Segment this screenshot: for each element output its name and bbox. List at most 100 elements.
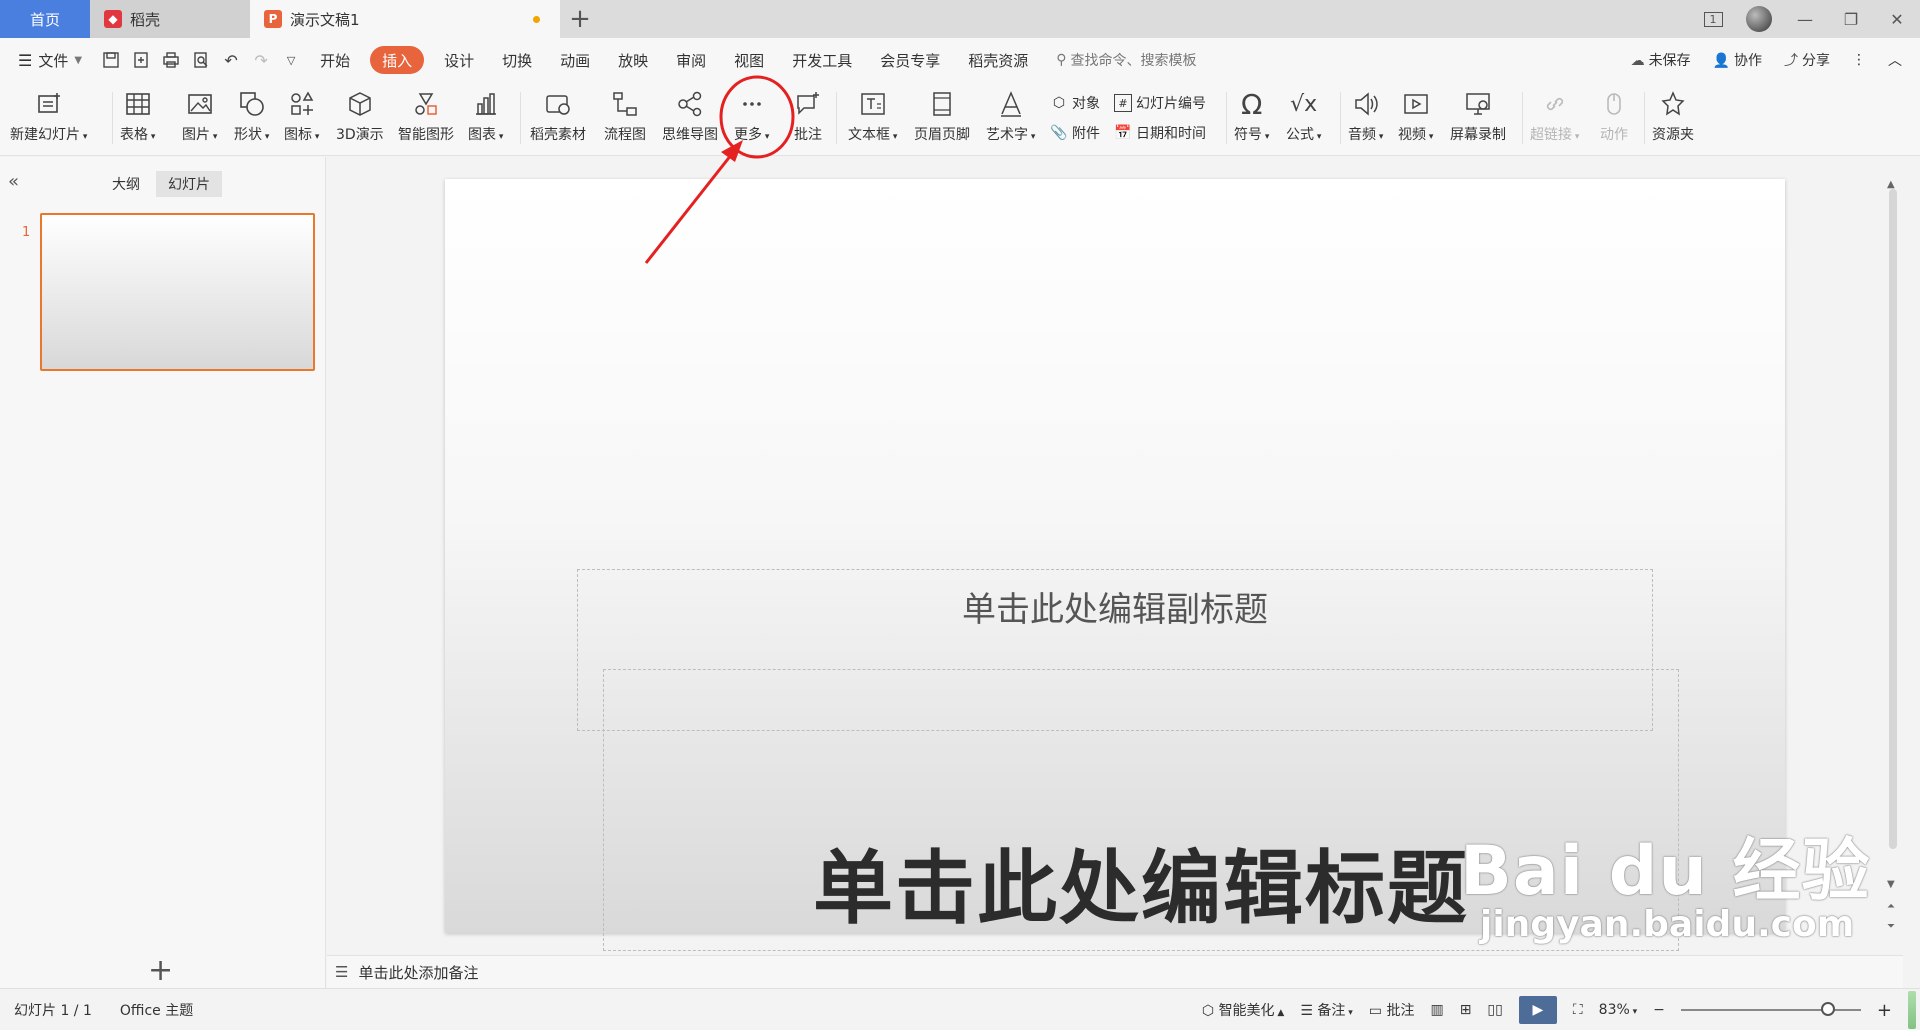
slide-thumbnail[interactable] xyxy=(40,213,315,371)
tab-home[interactable]: 首页 xyxy=(0,0,90,38)
new-slide-label: 新建幻灯片 xyxy=(10,127,80,143)
next-slide-icon[interactable]: ⏷ xyxy=(1887,921,1895,932)
zoom-out-button[interactable]: − xyxy=(1653,1002,1665,1018)
menu-developer[interactable]: 开发工具 xyxy=(778,46,866,74)
command-search[interactable]: ⚲ 查找命令、搜索模板 xyxy=(1056,50,1196,70)
date-time-button[interactable]: 📅 日期和时间 xyxy=(1114,118,1206,148)
menu-view[interactable]: 视图 xyxy=(720,46,778,74)
collab-button[interactable]: 👤 协作 xyxy=(1713,50,1762,70)
menu-slideshow[interactable]: 放映 xyxy=(604,46,662,74)
picture-button[interactable]: 图片 ▾ xyxy=(182,86,217,152)
prev-slide-icon[interactable]: ⏶ xyxy=(1887,901,1895,912)
vertical-scrollbar[interactable]: ▲ ▼ ⏶ ⏷ xyxy=(1887,179,1899,949)
shape-button[interactable]: 形状 ▾ xyxy=(234,86,269,152)
notes-bar[interactable]: ☰ 单击此处添加备注 xyxy=(327,955,1903,988)
video-button[interactable]: 视频 ▾ xyxy=(1398,86,1433,152)
zoom-slider[interactable] xyxy=(1680,1002,1861,1016)
print-preview-button[interactable] xyxy=(186,45,216,75)
double-chevron-left-icon: « xyxy=(8,171,20,192)
resource-folder-button[interactable]: 资源夹 xyxy=(1652,86,1694,152)
play-slideshow-button[interactable]: ▶ xyxy=(1518,996,1557,1024)
3d-demo-button[interactable]: 3D演示 xyxy=(336,86,384,152)
print-button[interactable] xyxy=(156,45,186,75)
save-icon xyxy=(103,52,119,68)
account-button[interactable] xyxy=(1736,0,1782,38)
attachment-button[interactable]: 📎 附件 xyxy=(1050,118,1100,148)
header-footer-button[interactable]: 页眉页脚 xyxy=(914,86,970,152)
window-controls: 1 — ❐ ✕ xyxy=(1690,0,1920,38)
preview-icon xyxy=(194,52,208,68)
customize-toolbar-button[interactable]: ▽ xyxy=(276,45,306,75)
menu-transition[interactable]: 切换 xyxy=(488,46,546,74)
scrollbar-thumb[interactable] xyxy=(1889,189,1897,849)
header-footer-label: 页眉页脚 xyxy=(914,127,970,143)
add-slide-button[interactable]: + xyxy=(148,953,173,988)
flowchart-button[interactable]: 流程图 xyxy=(604,86,646,152)
scroll-down-icon[interactable]: ▼ xyxy=(1887,879,1895,890)
more-button[interactable]: 更多 ▾ xyxy=(734,86,769,152)
object-button[interactable]: ⬡ 对象 xyxy=(1050,88,1100,118)
collapse-ribbon-button[interactable]: ︿ xyxy=(1888,50,1902,70)
smart-beautify-button[interactable]: ⬡ 智能美化 ▲ xyxy=(1202,1000,1284,1020)
slide-number-button[interactable]: # 幻灯片编号 xyxy=(1114,88,1206,118)
export-pdf-button[interactable] xyxy=(126,45,156,75)
comment-label: 批注 xyxy=(794,127,822,143)
comment-button[interactable]: 批注 xyxy=(792,86,824,152)
menu-animation[interactable]: 动画 xyxy=(546,46,604,74)
unsaved-status[interactable]: ☁ 未保存 xyxy=(1631,50,1691,70)
zoom-level[interactable]: 83% ▾ xyxy=(1599,1002,1638,1018)
textbox-button[interactable]: 文本框 ▾ xyxy=(848,86,897,152)
mindmap-button[interactable]: 思维导图 xyxy=(662,86,718,152)
theme-name[interactable]: Office 主题 xyxy=(120,1000,193,1020)
sorter-view-button[interactable]: ⊞ xyxy=(1460,1002,1472,1018)
wordart-button[interactable]: 艺术字 ▾ xyxy=(986,86,1035,152)
view-mode-button[interactable]: 1 xyxy=(1690,0,1736,38)
menu-design[interactable]: 设计 xyxy=(430,46,488,74)
vertical-dots-icon: ⋮ xyxy=(1852,52,1866,68)
save-button[interactable] xyxy=(96,45,126,75)
tab-outline[interactable]: 大纲 xyxy=(100,171,152,197)
tab-daoke[interactable]: ◆ 稻壳 xyxy=(90,0,250,38)
fit-window-button[interactable]: ⛶ xyxy=(1573,1002,1583,1018)
audio-button[interactable]: 音频 ▾ xyxy=(1348,86,1383,152)
action-button[interactable]: 动作 xyxy=(1598,86,1630,152)
collapse-panel-button[interactable]: « xyxy=(8,171,19,192)
redo-button[interactable]: ↷ xyxy=(246,45,276,75)
comments-toggle-button[interactable]: ▭ 批注 xyxy=(1369,1000,1415,1020)
new-slide-button[interactable]: 新建幻灯片 ▾ xyxy=(10,86,87,152)
restore-button[interactable]: ❐ xyxy=(1828,0,1874,38)
new-tab-button[interactable]: + xyxy=(560,0,600,38)
table-button[interactable]: 表格 ▾ xyxy=(120,86,155,152)
tab-slides[interactable]: 幻灯片 xyxy=(156,171,222,197)
share-button[interactable]: ⤴ 分享 xyxy=(1784,50,1830,70)
close-button[interactable]: ✕ xyxy=(1874,0,1920,38)
smart-art-button[interactable]: 智能图形 xyxy=(398,86,454,152)
menu-start[interactable]: 开始 xyxy=(306,46,364,74)
avatar xyxy=(1746,6,1772,32)
menu-review[interactable]: 审阅 xyxy=(662,46,720,74)
hyperlink-button[interactable]: 超链接 ▾ xyxy=(1530,86,1579,152)
undo-button[interactable]: ↶ xyxy=(216,45,246,75)
reading-view-button[interactable]: ▯▯ xyxy=(1487,1002,1502,1018)
formula-button[interactable]: √x 公式 ▾ xyxy=(1286,86,1321,152)
comment-icon: ▭ xyxy=(1368,1003,1387,1019)
tab-document[interactable]: P 演示文稿1 xyxy=(250,0,560,38)
notes-toggle-button[interactable]: ☰ 备注 ▾ xyxy=(1300,1000,1352,1020)
icon-button[interactable]: 图标 ▾ xyxy=(284,86,319,152)
menu-member[interactable]: 会员专享 xyxy=(866,46,954,74)
symbol-button[interactable]: Ω 符号 ▾ xyxy=(1234,86,1269,152)
unsaved-dot-icon xyxy=(533,16,540,23)
normal-view-button[interactable]: ▥ xyxy=(1430,1002,1443,1018)
more-options-button[interactable]: ⋮ xyxy=(1852,52,1866,68)
zoom-in-button[interactable]: + xyxy=(1877,1000,1892,1021)
beautify-icon: ⬡ xyxy=(1201,1003,1219,1019)
screen-record-button[interactable]: 屏幕录制 xyxy=(1450,86,1506,152)
chart-button[interactable]: 图表 ▾ xyxy=(468,86,503,152)
minimize-button[interactable]: — xyxy=(1782,0,1828,38)
file-menu[interactable]: ☰ 文件 ▼ xyxy=(0,46,96,74)
menu-daoke-resource[interactable]: 稻壳资源 xyxy=(954,46,1042,74)
daoke-material-button[interactable]: 稻壳素材 xyxy=(530,86,586,152)
subtitle-placeholder-text: 单击此处编辑副标题 xyxy=(962,590,1268,630)
menu-insert[interactable]: 插入 xyxy=(370,46,425,74)
zoom-slider-knob[interactable] xyxy=(1820,1002,1835,1016)
